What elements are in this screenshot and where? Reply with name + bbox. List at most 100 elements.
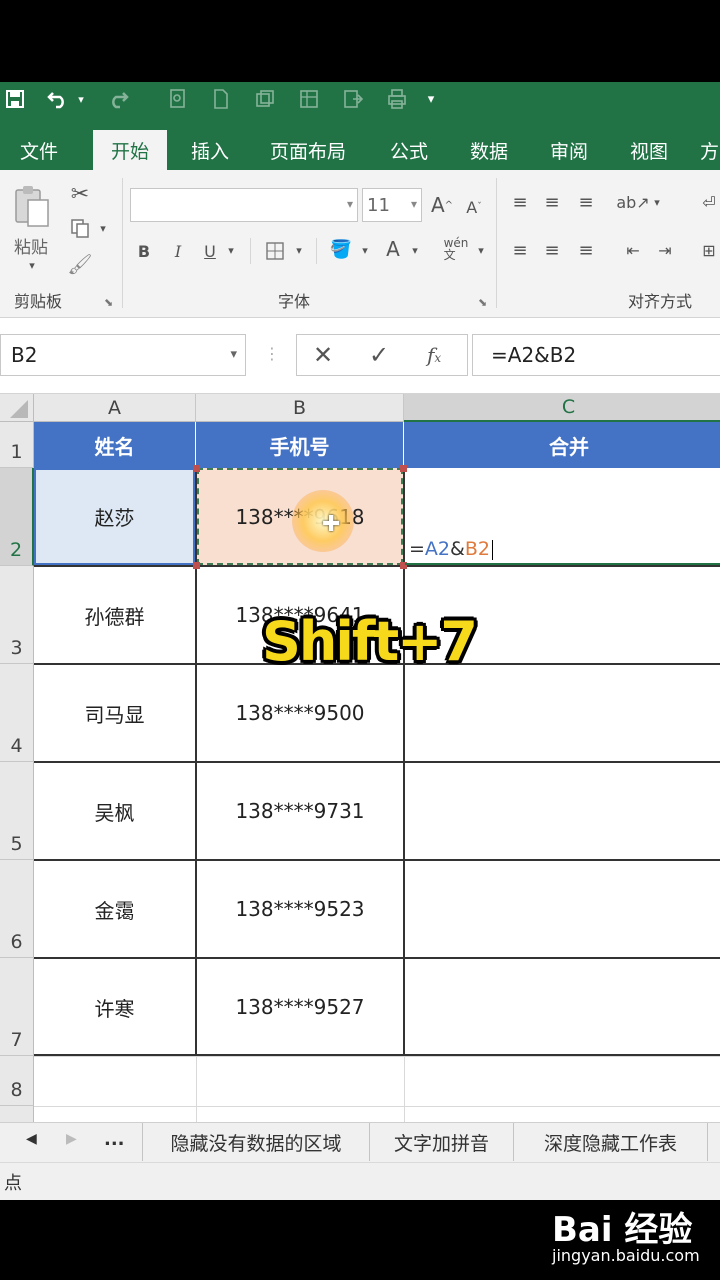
scroll-right-icon[interactable]: ▶ xyxy=(66,1131,77,1147)
sheet-tab-deep-hide[interactable]: 深度隐藏工作表 xyxy=(514,1123,708,1161)
paste-dropdown-icon[interactable]: ▾ xyxy=(22,258,42,272)
print-preview-icon[interactable] xyxy=(165,86,191,112)
orientation-dropdown-icon[interactable]: ▾ xyxy=(650,194,664,210)
undo-dropdown-icon[interactable]: ▾ xyxy=(74,86,88,112)
formula-input[interactable]: =A2&B2 xyxy=(472,334,720,376)
font-size-input[interactable]: 11 ▾ xyxy=(362,188,422,222)
column-header-c[interactable]: C xyxy=(404,394,720,422)
align-bottom-icon[interactable]: ≡ xyxy=(574,190,598,214)
insert-function-icon[interactable]: fx xyxy=(427,343,441,367)
sheet-tab-hide-empty[interactable]: 隐藏没有数据的区域 xyxy=(142,1123,370,1161)
underline-dropdown-icon[interactable]: ▾ xyxy=(224,242,238,258)
underline-icon[interactable]: U xyxy=(198,236,222,266)
fill-color-dropdown-icon[interactable]: ▾ xyxy=(358,242,372,258)
copy-format-icon[interactable] xyxy=(252,86,278,112)
cell-a4[interactable]: 司马显 xyxy=(34,665,195,761)
header-cell-name[interactable]: 姓名 xyxy=(34,422,196,468)
cell-a7[interactable]: 许寒 xyxy=(34,959,195,1055)
cell-b5[interactable]: 138****9731 xyxy=(197,763,403,859)
column-header-b[interactable]: B xyxy=(196,394,404,422)
font-name-dropdown-icon[interactable]: ▾ xyxy=(347,197,353,211)
cut-icon[interactable]: ✂ xyxy=(66,180,94,208)
row-header-9[interactable] xyxy=(0,1106,34,1122)
clipboard-launcher-icon[interactable]: ⬊ xyxy=(104,296,113,309)
align-top-icon[interactable]: ≡ xyxy=(508,190,532,214)
tab-page-layout[interactable]: 页面布局 xyxy=(258,130,358,170)
header-cell-merge[interactable]: 合并 xyxy=(404,422,720,468)
copy-icon[interactable] xyxy=(66,214,94,242)
save-icon[interactable] xyxy=(2,86,28,112)
column-header-a[interactable]: A xyxy=(34,394,196,422)
wrap-text-icon[interactable]: ⏎ xyxy=(698,190,720,214)
new-document-icon[interactable] xyxy=(208,86,234,112)
more-sheets-button[interactable]: ... xyxy=(104,1129,125,1150)
align-right-icon[interactable]: ≡ xyxy=(574,238,598,262)
font-color-icon[interactable]: A xyxy=(380,234,406,264)
tab-more[interactable]: 方 xyxy=(700,130,720,170)
phonetic-guide-icon[interactable]: wén 文 xyxy=(440,232,472,266)
row-header-6[interactable]: 6 xyxy=(0,860,34,958)
row-header-7[interactable]: 7 xyxy=(0,958,34,1056)
tab-home[interactable]: 开始 xyxy=(93,130,167,170)
select-all-corner[interactable] xyxy=(0,394,34,422)
phonetic-dropdown-icon[interactable]: ▾ xyxy=(474,242,488,258)
align-center-icon[interactable]: ≡ xyxy=(540,238,564,262)
cell-b6[interactable]: 138****9523 xyxy=(197,861,403,957)
format-painter-icon[interactable]: 🖌 xyxy=(66,250,94,278)
cell-a2[interactable]: 赵莎 xyxy=(34,468,195,565)
increase-font-icon[interactable]: A ^ xyxy=(428,190,456,220)
cell-a6[interactable]: 金霭 xyxy=(34,861,195,957)
font-launcher-icon[interactable]: ⬊ xyxy=(478,296,487,309)
tab-insert[interactable]: 插入 xyxy=(175,130,245,170)
italic-icon[interactable]: I xyxy=(166,236,190,266)
row-header-3[interactable]: 3 xyxy=(0,566,34,664)
font-color-dropdown-icon[interactable]: ▾ xyxy=(408,242,422,258)
row-header-2[interactable]: 2 xyxy=(0,468,34,566)
cell-a3[interactable]: 孙德群 xyxy=(34,567,195,663)
paste-icon[interactable] xyxy=(8,182,56,232)
paste-button[interactable]: 粘贴 xyxy=(6,232,56,258)
fill-color-icon[interactable]: 🪣 xyxy=(328,234,354,264)
align-left-icon[interactable]: ≡ xyxy=(508,238,532,262)
align-middle-icon[interactable]: ≡ xyxy=(540,190,564,214)
name-box-dropdown-icon[interactable]: ▾ xyxy=(230,347,237,362)
scroll-left-icon[interactable]: ◀ xyxy=(26,1131,37,1147)
tab-formulas[interactable]: 公式 xyxy=(374,130,444,170)
range-handle[interactable] xyxy=(193,465,200,472)
row-header-1[interactable]: 1 xyxy=(0,422,34,468)
border-dropdown-icon[interactable]: ▾ xyxy=(292,242,306,258)
merge-center-icon[interactable]: ⊞ xyxy=(698,238,720,262)
sheet-tab-pinyin[interactable]: 文字加拼音 xyxy=(370,1123,514,1161)
orientation-icon[interactable]: ab↗ xyxy=(616,190,649,214)
redo-icon[interactable] xyxy=(104,86,132,112)
font-name-input[interactable]: ▾ xyxy=(130,188,358,222)
tab-view[interactable]: 视图 xyxy=(614,130,684,170)
increase-indent-icon[interactable]: ⇥ xyxy=(652,238,678,262)
cell-b7[interactable]: 138****9527 xyxy=(197,959,403,1055)
decrease-indent-icon[interactable]: ⇤ xyxy=(620,238,646,262)
export-icon[interactable] xyxy=(340,86,366,112)
row-header-5[interactable]: 5 xyxy=(0,762,34,860)
editing-formula[interactable]: =A2&B2 xyxy=(409,538,493,560)
font-size-dropdown-icon[interactable]: ▾ xyxy=(411,197,417,211)
cell-a5[interactable]: 吴枫 xyxy=(34,763,195,859)
cell-c2[interactable]: =A2&B2 xyxy=(405,468,720,565)
border-icon[interactable] xyxy=(262,236,288,266)
tab-file[interactable]: 文件 xyxy=(4,130,74,170)
tab-data[interactable]: 数据 xyxy=(454,130,524,170)
cell-b4[interactable]: 138****9500 xyxy=(197,665,403,761)
table-icon[interactable] xyxy=(296,86,322,112)
cancel-icon[interactable]: ✕ xyxy=(313,341,333,369)
printer-icon[interactable] xyxy=(384,86,410,112)
decrease-font-icon[interactable]: Aˇ xyxy=(460,192,488,222)
header-cell-phone[interactable]: 手机号 xyxy=(196,422,404,468)
tab-review[interactable]: 审阅 xyxy=(534,130,604,170)
customize-qat-icon[interactable]: ▾ xyxy=(422,86,440,112)
row-header-4[interactable]: 4 xyxy=(0,664,34,762)
copy-dropdown-icon[interactable]: ▾ xyxy=(96,220,110,236)
undo-icon[interactable] xyxy=(44,86,72,112)
row-header-8[interactable]: 8 xyxy=(0,1056,34,1106)
bold-icon[interactable]: B xyxy=(132,236,156,266)
enter-icon[interactable]: ✓ xyxy=(369,341,389,369)
name-box[interactable]: B2 ▾ xyxy=(0,334,246,376)
